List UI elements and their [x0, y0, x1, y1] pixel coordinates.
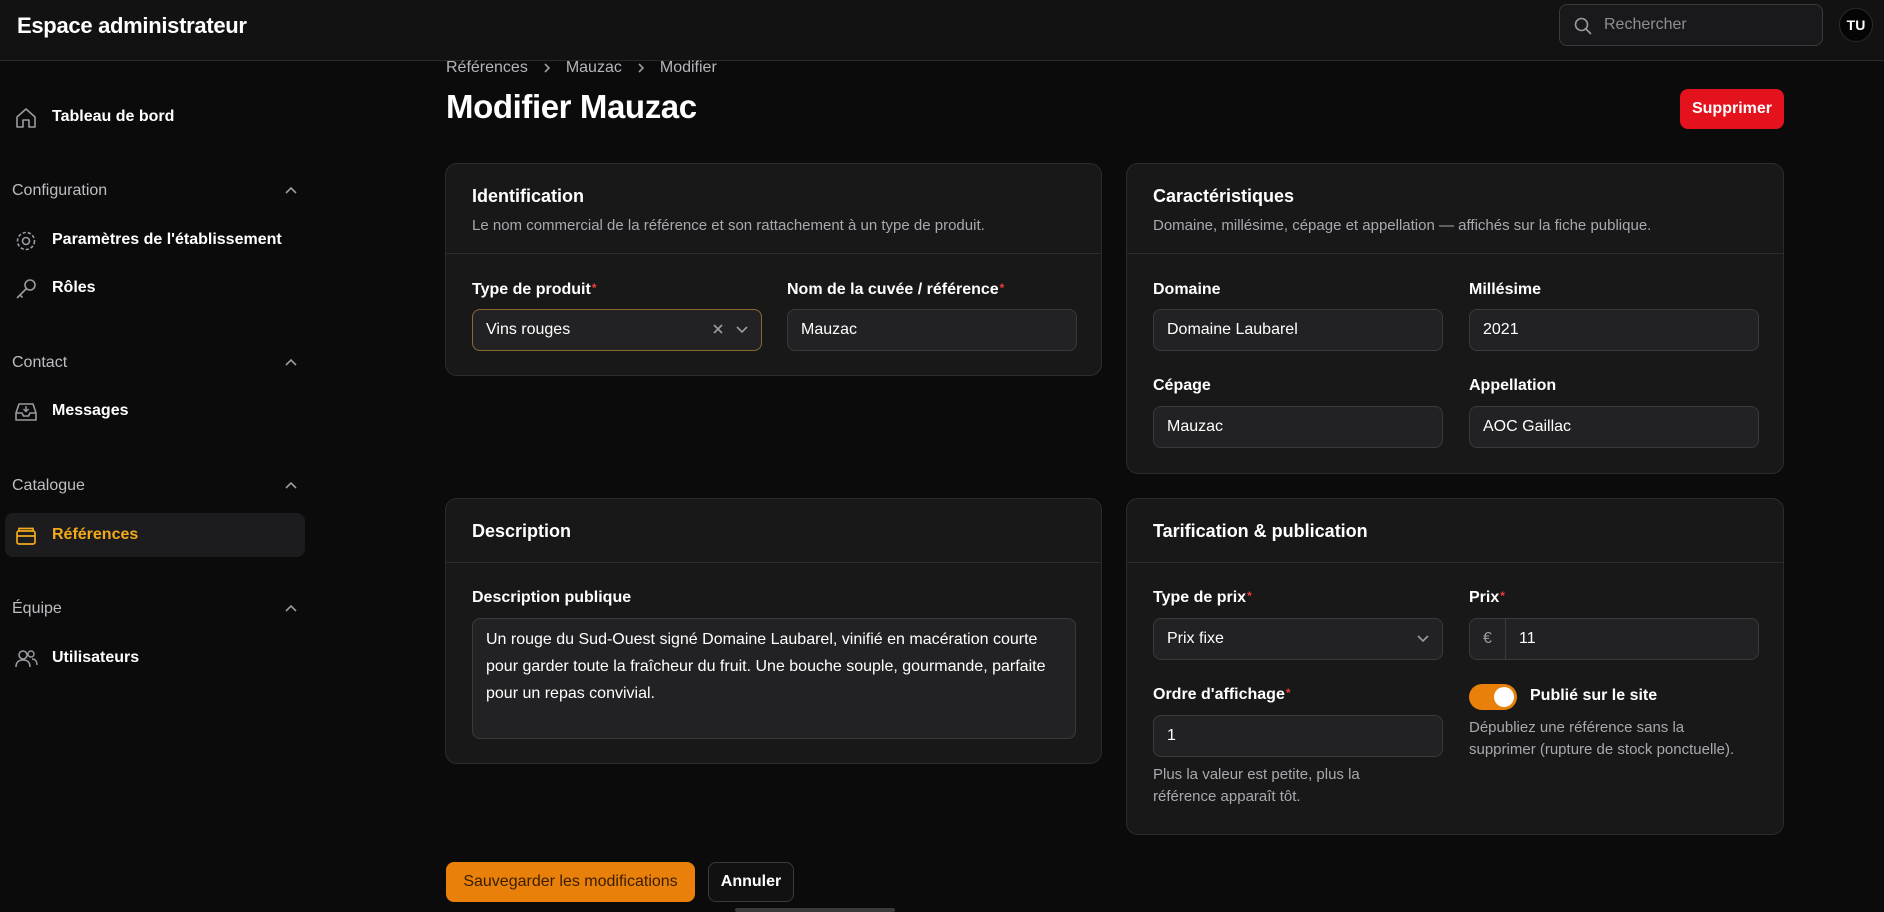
sidebar-item-settings[interactable]: Paramètres de l'établissement — [5, 218, 305, 262]
published-toggle[interactable] — [1469, 684, 1517, 710]
field-label: Nom de la cuvée / référence* — [787, 281, 1005, 298]
sidebar-item-label: Rôles — [52, 279, 96, 296]
group-configuration[interactable]: Configuration — [12, 179, 298, 203]
field-label: Ordre d'affichage* — [1153, 686, 1291, 703]
group-label: Configuration — [12, 182, 108, 199]
card-title: Description — [472, 521, 572, 541]
breadcrumb: Références Mauzac Modifier — [446, 59, 717, 77]
characteristics-card: Caractéristiques Domaine, millésime, cép… — [1126, 163, 1784, 474]
select-value: Vins rouges — [486, 321, 571, 338]
identification-card: Identification Le nom commercial de la r… — [445, 163, 1102, 376]
group-contact[interactable]: Contact — [12, 351, 298, 375]
breadcrumb-item[interactable]: Mauzac — [566, 59, 622, 77]
select-value: Prix fixe — [1167, 630, 1224, 647]
published-help-text: Dépubliez une référence sans la supprime… — [1469, 719, 1735, 758]
description-card: Description Description publique Un roug… — [445, 498, 1102, 764]
key-icon — [16, 279, 36, 299]
group-label: Contact — [12, 354, 68, 371]
group-catalogue[interactable]: Catalogue — [12, 474, 298, 498]
order-help-text: Plus la valeur est petite, plus la référ… — [1153, 766, 1360, 805]
chevron-up-icon — [285, 481, 297, 489]
breadcrumb-item: Modifier — [659, 59, 717, 76]
sidebar-item-references[interactable]: Références — [5, 513, 305, 557]
sidebar-item-messages[interactable]: Messages — [5, 389, 305, 433]
chevron-up-icon — [285, 604, 297, 612]
field-label: Type de prix* — [1153, 589, 1252, 606]
card-subtitle: Le nom commercial de la référence et son… — [472, 217, 985, 234]
published-label: Publié sur le site — [1530, 687, 1658, 704]
save-button[interactable]: Sauvegarder les modifications — [446, 862, 695, 902]
sidebar-item-roles[interactable]: Rôles — [5, 266, 305, 310]
appellation-field[interactable]: AOC Gaillac — [1469, 406, 1759, 448]
group-equipe[interactable]: Équipe — [12, 597, 298, 621]
group-label: Équipe — [12, 600, 62, 617]
sidebar-item-dashboard[interactable]: Tableau de bord — [5, 95, 305, 139]
horizontal-scrollbar[interactable] — [735, 908, 895, 912]
description-textarea[interactable]: Un rouge du Sud-Ouest signé Domaine Laub… — [472, 618, 1076, 739]
name-field[interactable]: Mauzac — [787, 309, 1077, 351]
inbox-icon — [15, 403, 37, 421]
search-icon — [1574, 17, 1592, 35]
card-title: Caractéristiques — [1153, 186, 1295, 206]
sidebar: Tableau de bord Configuration Paramètres… — [0, 61, 310, 912]
field-label: Prix* — [1469, 589, 1505, 606]
group-label: Catalogue — [12, 477, 85, 494]
display-order-field[interactable]: 1 — [1153, 715, 1443, 757]
toggle-knob — [1494, 687, 1514, 707]
field-label: Domaine — [1153, 281, 1221, 298]
sidebar-item-label: Références — [52, 526, 139, 543]
card-header: Description — [446, 499, 1101, 563]
search-box[interactable] — [1559, 4, 1823, 46]
price-field[interactable]: € 11 — [1469, 618, 1759, 660]
domain-field[interactable]: Domaine Laubarel — [1153, 309, 1443, 351]
sidebar-item-label: Paramètres de l'établissement — [52, 231, 282, 248]
delete-button[interactable]: Supprimer — [1680, 89, 1784, 129]
chevron-right-icon — [542, 62, 552, 74]
chevron-down-icon — [1417, 635, 1429, 643]
field-label: Appellation — [1469, 377, 1557, 394]
home-icon — [16, 108, 36, 128]
app-title: Espace administrateur — [17, 13, 247, 38]
vintage-field[interactable]: 2021 — [1469, 309, 1759, 351]
price-type-select[interactable]: Prix fixe — [1153, 618, 1443, 660]
grape-field[interactable]: Mauzac — [1153, 406, 1443, 448]
page-title: Modifier Mauzac — [446, 88, 697, 125]
search-input[interactable] — [1604, 5, 1814, 45]
users-icon — [15, 650, 38, 668]
currency-prefix: € — [1470, 619, 1506, 659]
field-label: Millésime — [1469, 281, 1542, 298]
pricing-card: Tarification & publication Type de prix*… — [1126, 498, 1784, 835]
card-title: Tarification & publication — [1153, 521, 1368, 541]
cancel-button[interactable]: Annuler — [708, 862, 794, 902]
sidebar-item-label: Messages — [52, 402, 129, 419]
product-type-select[interactable]: Vins rouges — [472, 309, 762, 351]
chevron-up-icon — [285, 358, 297, 366]
top-bar: Espace administrateur TU — [0, 0, 1884, 61]
breadcrumb-item[interactable]: Références — [446, 59, 528, 77]
sidebar-item-label: Tableau de bord — [52, 108, 175, 125]
card-header: Tarification & publication — [1127, 499, 1783, 563]
sidebar-item-users[interactable]: Utilisateurs — [5, 636, 305, 680]
card-title: Identification — [472, 186, 584, 206]
chevron-down-icon[interactable] — [735, 322, 749, 336]
avatar[interactable]: TU — [1839, 8, 1873, 42]
chevron-up-icon — [285, 186, 297, 194]
chevron-right-icon — [636, 62, 646, 74]
field-label: Description publique — [472, 589, 632, 606]
sidebar-item-label: Utilisateurs — [52, 649, 140, 666]
gear-icon — [16, 231, 36, 251]
card-header: Caractéristiques Domaine, millésime, cép… — [1127, 164, 1783, 254]
price-value: 11 — [1519, 630, 1536, 647]
archive-icon — [16, 527, 36, 545]
field-label: Cépage — [1153, 377, 1211, 394]
clear-icon[interactable] — [711, 322, 725, 336]
card-header: Identification Le nom commercial de la r… — [446, 164, 1101, 254]
card-subtitle: Domaine, millésime, cépage et appellatio… — [1153, 217, 1652, 234]
field-label: Type de produit* — [472, 281, 597, 298]
